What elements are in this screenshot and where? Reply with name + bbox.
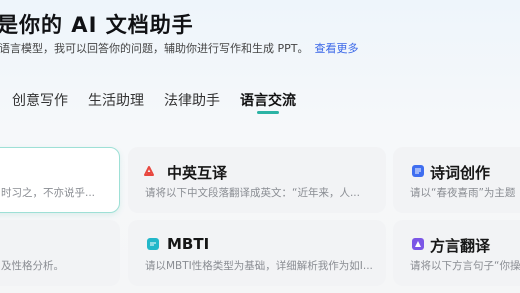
prompt-card-mbti[interactable]: MBTI 请以MBTI性格类型为基础，详细解析我作为如I... (128, 220, 386, 286)
prompt-card-zh-en-translation[interactable]: 中英互译 请将以下中文段落翻译成英文：“近年来，人... (128, 147, 386, 213)
card-desc: 请将以下中文段落翻译成英文：“近年来，人... (145, 187, 360, 199)
tab-legal-assistant[interactable]: 法律助手 (164, 90, 220, 110)
card-title: 方言翻译 (430, 237, 491, 255)
tab-life-assistant[interactable]: 生活助理 (88, 90, 144, 110)
card-desc: 请将以下方言句子“你操 (410, 260, 520, 272)
hero-subtitle-text: 语言模型，我可以回答你的问题，辅助你进行写作和生成 PPT。 (0, 42, 309, 55)
hero-subtitle: 语言模型，我可以回答你的问题，辅助你进行写作和生成 PPT。 查看更多 (0, 40, 358, 56)
card-desc: 请以MBTI性格类型为基础，详细解析我作为如I... (145, 260, 373, 272)
card-title: 中英互译 (167, 164, 228, 182)
prompt-card-poetry[interactable]: 诗词创作 请以“春夜喜雨”为主题 (393, 147, 520, 213)
chat-icon (147, 238, 159, 250)
hero-title: 是你的 AI 文档助手 (0, 13, 194, 37)
prompt-card-partial-left-2[interactable]: 及性格分析。 (0, 220, 120, 286)
view-more-link[interactable]: 查看更多 (314, 42, 358, 55)
card-desc: 时习之，不亦说乎... (1, 187, 96, 199)
prompt-card-dialect-translation[interactable]: 方言翻译 请将以下方言句子“你操 (393, 220, 520, 286)
tab-language-exchange[interactable]: 语言交流 (240, 90, 296, 110)
dialect-icon (412, 238, 424, 250)
prompt-card-partial-left[interactable]: 时习之，不亦说乎... (0, 147, 120, 213)
active-tab-indicator (257, 111, 279, 114)
tab-creative-writing[interactable]: 创意写作 (12, 90, 68, 110)
card-desc: 及性格分析。 (1, 260, 64, 272)
card-title: MBTI (167, 235, 210, 253)
pdf-icon (143, 165, 155, 177)
card-title: 诗词创作 (430, 164, 491, 182)
document-icon (412, 165, 424, 177)
card-desc: 请以“春夜喜雨”为主题 (410, 187, 516, 199)
